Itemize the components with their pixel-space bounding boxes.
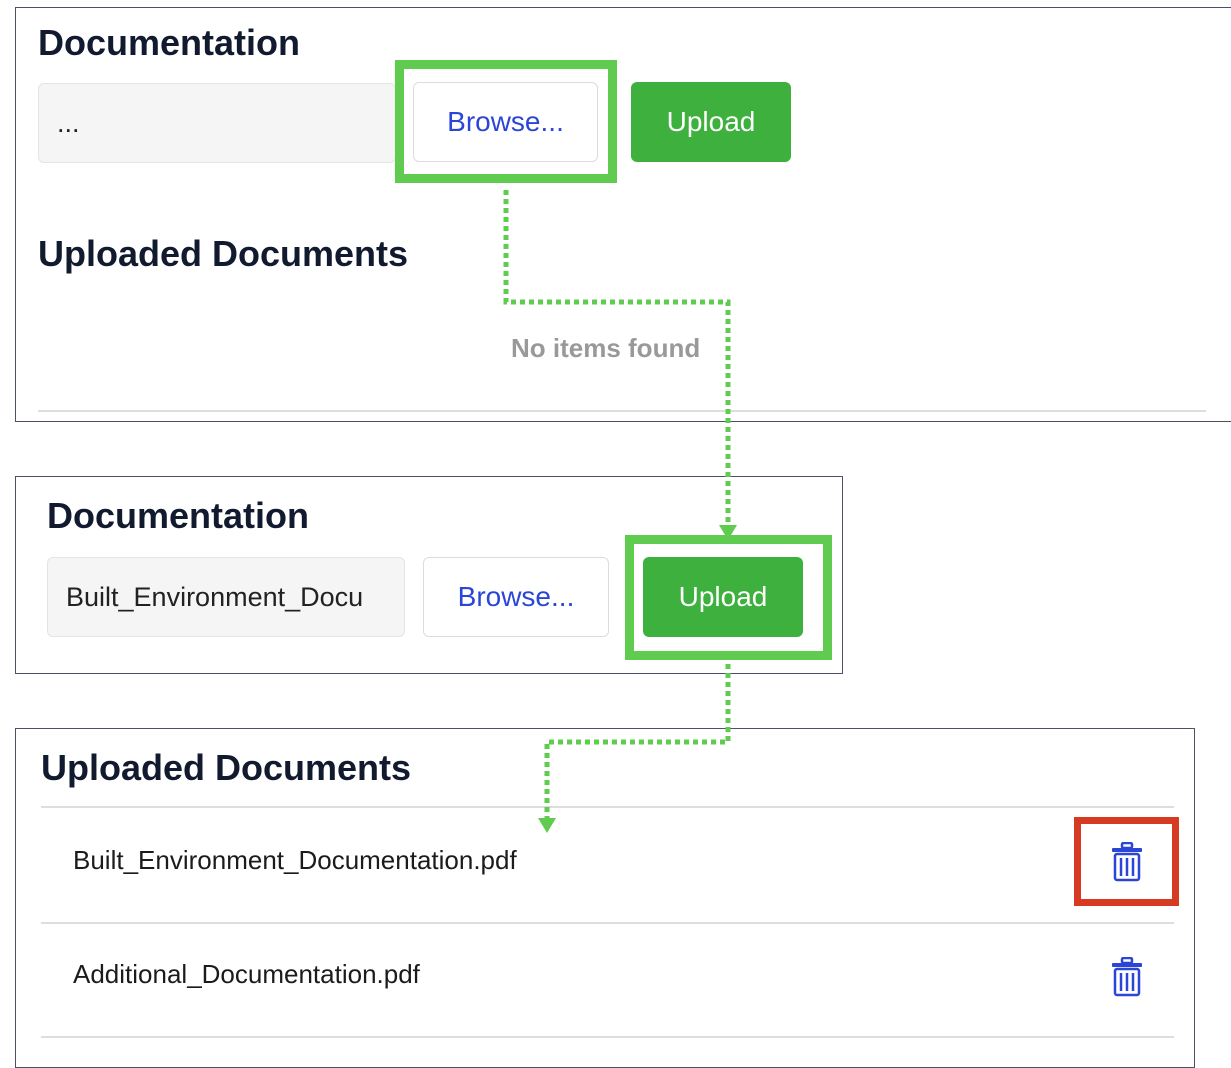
list-divider <box>38 410 1206 412</box>
document-name: Additional_Documentation.pdf <box>73 959 420 989</box>
file-name-field[interactable]: Built_Environment_Docu <box>47 557 405 637</box>
list-divider <box>41 922 1174 924</box>
upload-highlight <box>625 535 832 660</box>
file-name-field[interactable]: ... <box>38 83 396 163</box>
uploaded-documents-panel: Uploaded Documents Built_Environment_Doc… <box>15 728 1195 1068</box>
upload-button[interactable]: Upload <box>631 82 791 162</box>
uploaded-documents-heading: Uploaded Documents <box>38 233 409 274</box>
browse-button[interactable]: Browse... <box>423 557 609 637</box>
document-name: Built_Environment_Documentation.pdf <box>73 845 517 875</box>
documentation-heading: Documentation <box>38 22 301 63</box>
browse-highlight <box>395 60 617 183</box>
documentation-panel-before: Documentation ... Browse... Upload Uploa… <box>15 7 1231 422</box>
delete-highlight <box>1074 817 1179 906</box>
uploaded-documents-heading: Uploaded Documents <box>41 747 412 788</box>
list-divider <box>41 1036 1174 1038</box>
trash-icon[interactable] <box>1110 957 1144 997</box>
documentation-heading: Documentation <box>47 495 310 536</box>
empty-list-message: No items found <box>511 333 701 363</box>
list-divider <box>41 806 1174 808</box>
